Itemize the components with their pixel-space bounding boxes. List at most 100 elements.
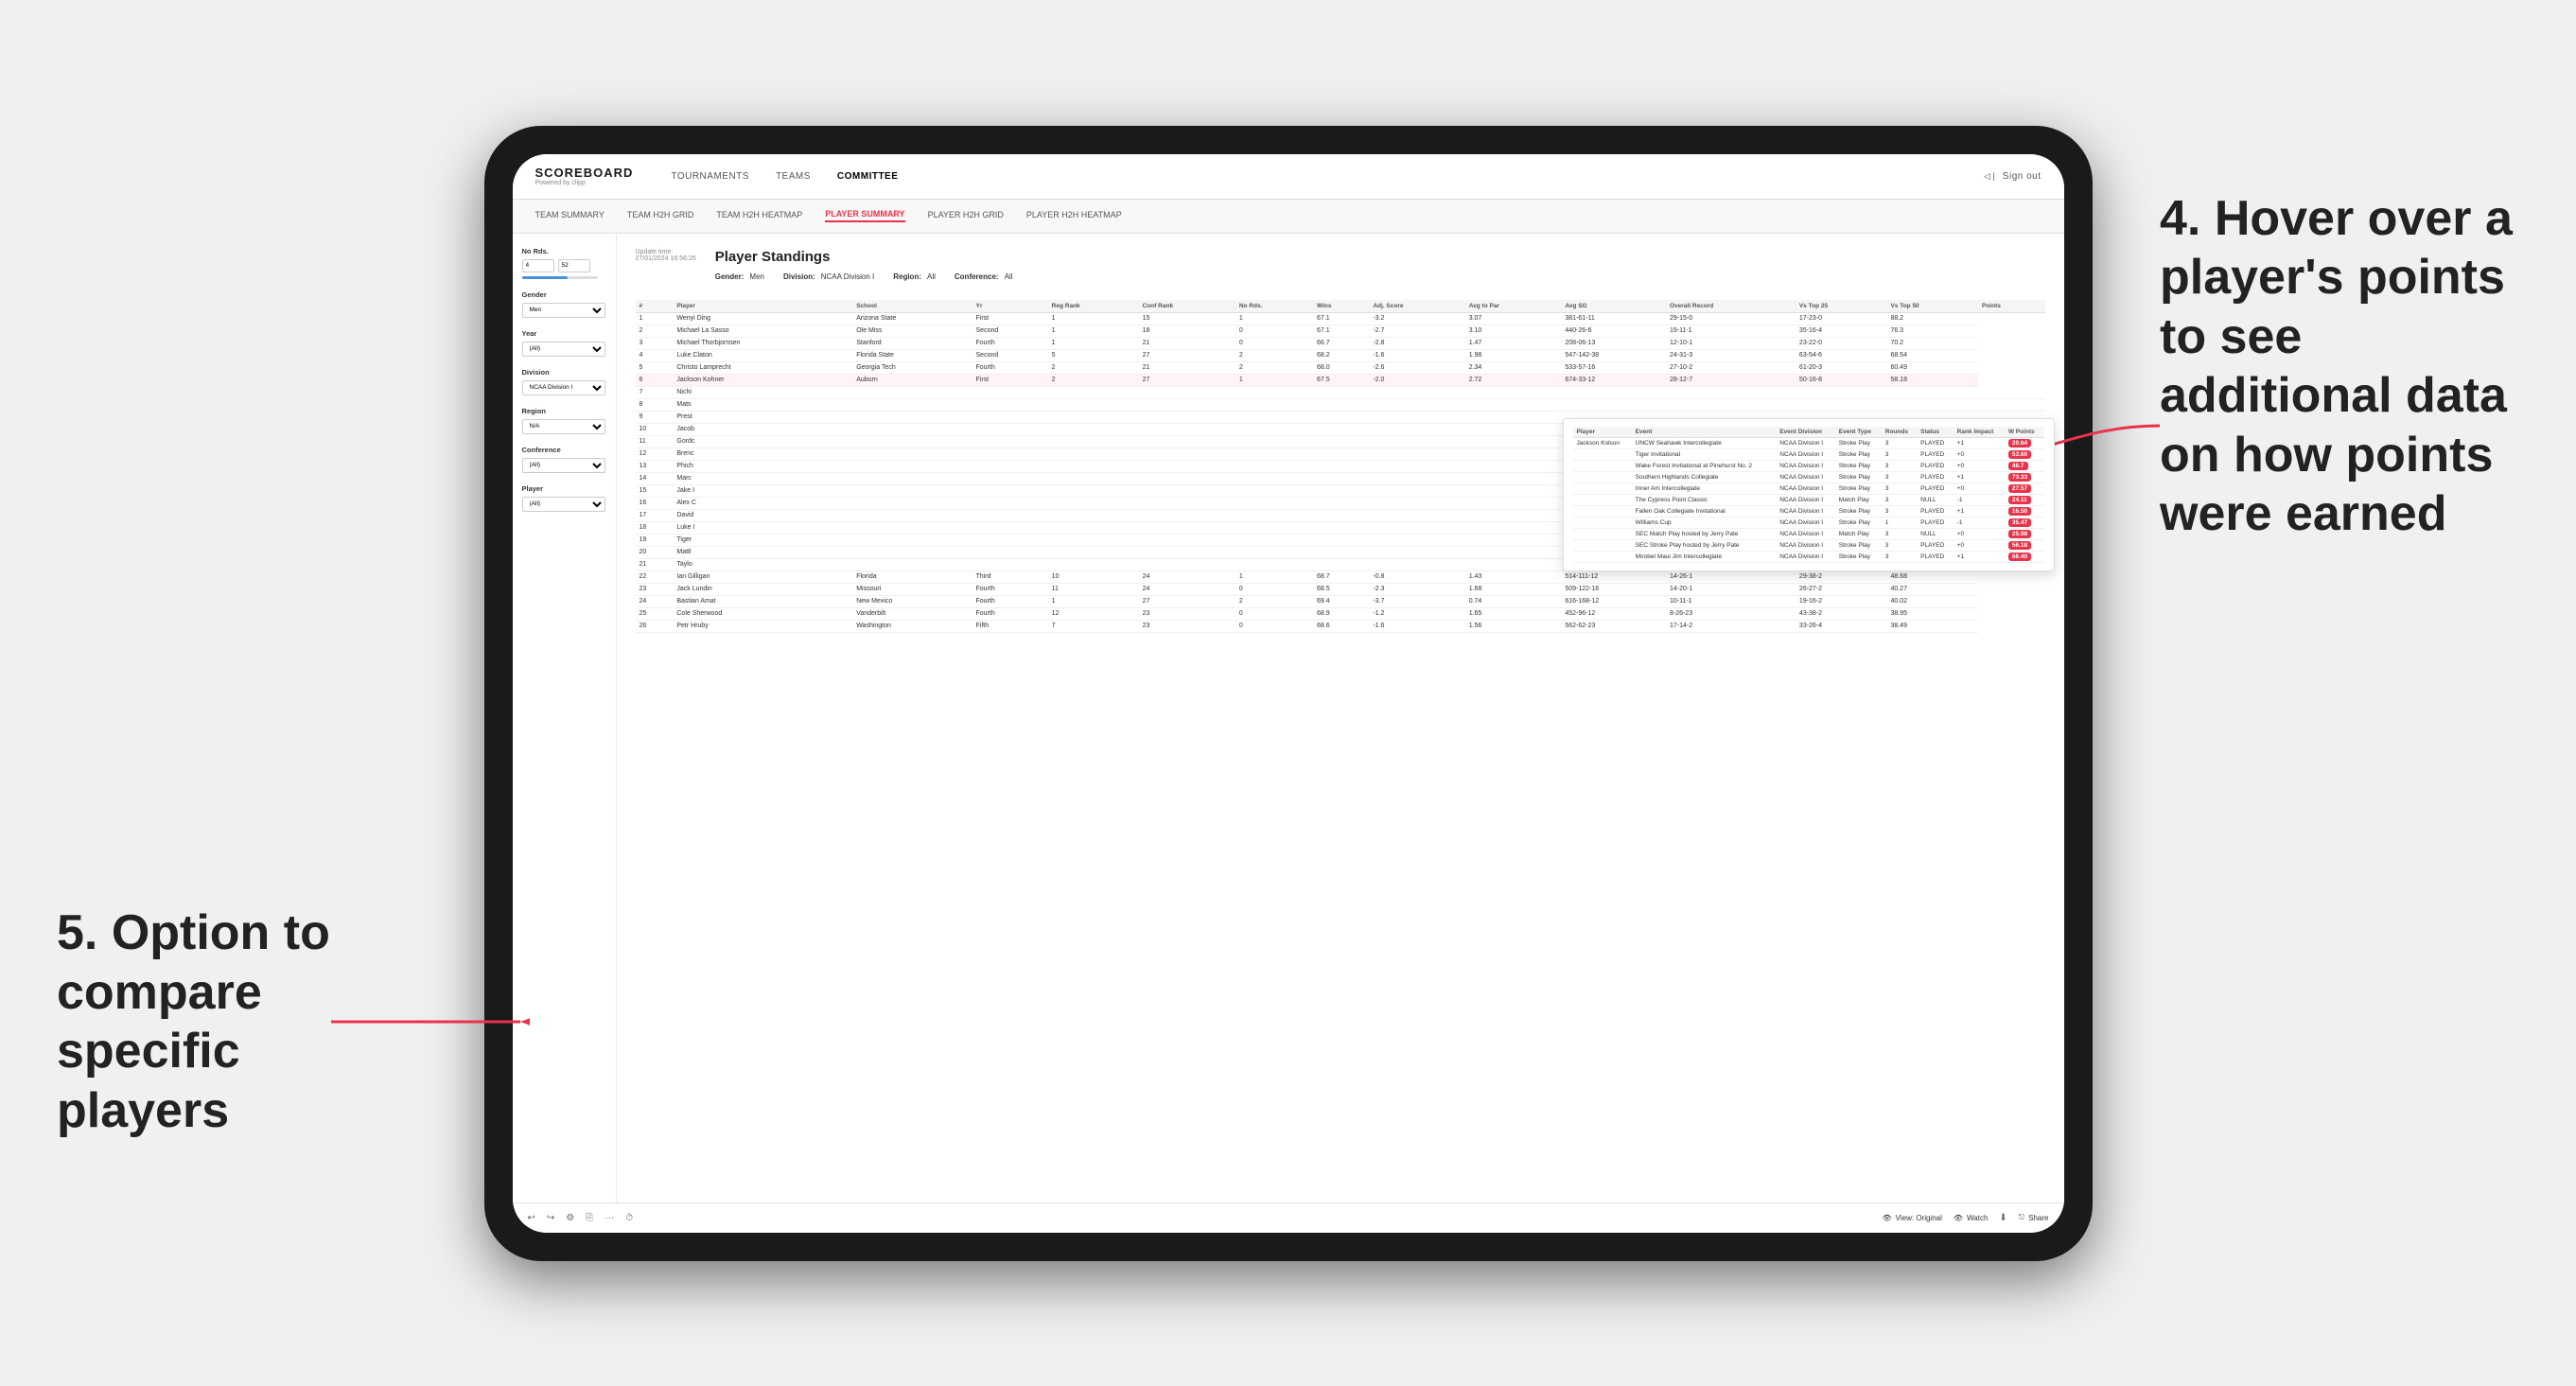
table-row[interactable]: 22Ian GilliganFloridaThird1024168.7-0.81… — [636, 570, 2045, 583]
arrow-left — [322, 993, 530, 1050]
update-time-block: Update time: 27/01/2024 16:56:26 — [636, 249, 696, 262]
download-icon[interactable]: ⬇ — [1999, 1213, 2006, 1223]
sidebar-conference-section: Conference (All) — [522, 446, 606, 473]
table-row[interactable]: 8Mats — [636, 398, 2045, 411]
table-row[interactable]: 1Wenyi DingArizona StateFirst115167.1-3.… — [636, 312, 2045, 325]
col-wins: Wins — [1313, 300, 1369, 313]
watch-button[interactable]: 👁 Watch — [1954, 1214, 1989, 1222]
sidebar-gender-select[interactable]: Men — [522, 303, 605, 318]
sidebar-region-section: Region N/A — [522, 407, 606, 434]
nav-sign-out[interactable]: Sign out — [2003, 171, 2042, 182]
nav-teams[interactable]: TEAMS — [776, 171, 811, 182]
bottom-toolbar: ↩ ↪ ⚙ ⎘ ··· ⏱ 👁 View: Original 👁 Watch ⬇… — [513, 1202, 2064, 1233]
sub-nav-team-summary[interactable]: TEAM SUMMARY — [535, 210, 605, 221]
col-points: Points — [1978, 300, 2045, 313]
filter-gender: Gender: Men — [715, 272, 764, 281]
sub-nav-team-h2h-heatmap[interactable]: TEAM H2H HEATMAP — [716, 210, 802, 221]
update-date: 27/01/2024 16:56:26 — [636, 255, 696, 262]
content-area: Update time: 27/01/2024 16:56:26 Player … — [617, 234, 2064, 1202]
main-content: No Rds. Gender Men Year — [513, 234, 2064, 1202]
sub-nav-player-h2h-heatmap[interactable]: PLAYER H2H HEATMAP — [1026, 210, 1122, 221]
col-overall-record: Overall Record — [1666, 300, 1796, 313]
sub-nav-player-h2h-grid[interactable]: PLAYER H2H GRID — [928, 210, 1004, 221]
col-reg-rank: Reg Rank — [1048, 300, 1139, 313]
table-row[interactable]: 2Michael La SassoOle MissSecond118067.1-… — [636, 325, 2045, 337]
share-icon: ⎋ — [2019, 1213, 2024, 1222]
eye-icon: 👁 — [1883, 1214, 1892, 1222]
copy-icon[interactable]: ⎘ — [586, 1213, 593, 1223]
filter-division: Division: NCAA Division I — [783, 272, 874, 281]
undo-icon[interactable]: ↩ — [528, 1213, 535, 1223]
logo-area: SCOREBOARD Powered by clipp — [535, 166, 634, 186]
watch-icon: 👁 — [1954, 1214, 1963, 1222]
sidebar-no-rds-from[interactable] — [522, 259, 554, 272]
filter-division-value: NCAA Division I — [821, 272, 874, 281]
filter-gender-value: Men — [749, 272, 764, 281]
sidebar-no-rds-to[interactable] — [558, 259, 590, 272]
sidebar-region-label: Region — [522, 407, 606, 415]
sidebar-no-rds-label: No Rds. — [522, 247, 606, 255]
col-avg-to-par: Avg to Par — [1465, 300, 1562, 313]
tablet-frame: SCOREBOARD Powered by clipp TOURNAMENTS … — [484, 126, 2093, 1261]
sidebar-no-rds: No Rds. — [522, 247, 606, 279]
sidebar-gender-section: Gender Men — [522, 290, 606, 318]
section-title: Player Standings — [715, 249, 2045, 265]
sidebar-division-select[interactable]: NCAA Division I — [522, 380, 605, 395]
table-row[interactable]: 4Luke ClatonFlorida StateSecond527268.2-… — [636, 349, 2045, 361]
settings-icon[interactable]: ⚙ — [566, 1213, 574, 1223]
filter-conference-label: Conference: — [955, 272, 999, 281]
col-vs-top50: Vs Top 50 — [1886, 300, 1978, 313]
sidebar-conference-label: Conference — [522, 446, 606, 454]
sidebar: No Rds. Gender Men Year — [513, 234, 617, 1202]
content-header: Update time: 27/01/2024 16:56:26 Player … — [636, 249, 2045, 290]
table-row[interactable]: 5Christo LamprechtGeorgia TechFourth2212… — [636, 361, 2045, 374]
table-row[interactable]: 25Cole SherwoodVanderbiltFourth1223068.9… — [636, 607, 2045, 620]
table-row[interactable]: 23Jack LundinMissouriFourth1124068.5-2.3… — [636, 583, 2045, 595]
table-row[interactable]: 26Petr HrubyWashingtonFifth723068.6-1.61… — [636, 620, 2045, 632]
col-adj-score: Adj. Score — [1369, 300, 1464, 313]
filter-conference-value: All — [1005, 272, 1013, 281]
col-yr: Yr — [973, 300, 1048, 313]
filter-conference: Conference: All — [955, 272, 1013, 281]
sidebar-gender-label: Gender — [522, 290, 606, 299]
nav-committee[interactable]: COMMITTEE — [837, 171, 899, 182]
sidebar-conference-select[interactable]: (All) — [522, 458, 605, 473]
view-original-button[interactable]: 👁 View: Original — [1883, 1214, 1942, 1222]
filter-region-label: Region: — [893, 272, 921, 281]
table-row[interactable]: 24Bastian AmatNew MexicoFourth127269.4-3… — [636, 595, 2045, 607]
sidebar-division-section: Division NCAA Division I — [522, 368, 606, 395]
nav-right: ◁ | Sign out — [1984, 171, 2041, 182]
sidebar-year-select[interactable]: (All) — [522, 342, 605, 357]
sub-nav-team-h2h-grid[interactable]: TEAM H2H GRID — [627, 210, 694, 221]
watch-label: Watch — [1967, 1214, 1988, 1222]
col-rank: # — [636, 300, 674, 313]
filter-region-value: All — [927, 272, 936, 281]
sidebar-player-section: Player (All) — [522, 484, 606, 512]
col-conf-rank: Conf Rank — [1139, 300, 1235, 313]
clock-icon[interactable]: ⏱ — [625, 1213, 633, 1223]
nav-tournaments[interactable]: TOURNAMENTS — [671, 171, 749, 182]
sidebar-no-rds-range — [522, 259, 606, 272]
sidebar-player-label: Player — [522, 484, 606, 493]
sub-nav: TEAM SUMMARY TEAM H2H GRID TEAM H2H HEAT… — [513, 200, 2064, 234]
redo-icon[interactable]: ↪ — [547, 1213, 554, 1223]
table-row[interactable]: 6Jackson KohnerAuburnFirst227167.5-2.02.… — [636, 374, 2045, 386]
sidebar-region-select[interactable]: N/A — [522, 419, 605, 434]
nav-links: TOURNAMENTS TEAMS COMMITTEE — [671, 171, 1954, 182]
nav-separator: ◁ | — [1984, 171, 1995, 182]
more-icon[interactable]: ··· — [605, 1213, 614, 1223]
table-row[interactable]: 3Michael ThorbjornsenStanfordFourth12106… — [636, 337, 2045, 349]
sub-nav-player-summary[interactable]: PLAYER SUMMARY — [825, 209, 904, 222]
share-label: Share — [2028, 1214, 2048, 1222]
sidebar-player-select[interactable]: (All) — [522, 497, 605, 512]
col-player: Player — [673, 300, 852, 313]
annotation-right: 4. Hover over a player's points to see a… — [2160, 189, 2519, 543]
tablet-screen: SCOREBOARD Powered by clipp TOURNAMENTS … — [513, 154, 2064, 1233]
col-vs-top25: Vs Top 25 — [1796, 300, 1887, 313]
filter-gender-label: Gender: — [715, 272, 745, 281]
filter-row: Gender: Men Division: NCAA Division I Re… — [715, 272, 2045, 281]
table-row[interactable]: 7Nichi — [636, 386, 2045, 398]
sidebar-range-slider[interactable] — [522, 276, 598, 279]
top-nav: SCOREBOARD Powered by clipp TOURNAMENTS … — [513, 154, 2064, 200]
share-button[interactable]: ⎋ Share — [2019, 1213, 2049, 1222]
